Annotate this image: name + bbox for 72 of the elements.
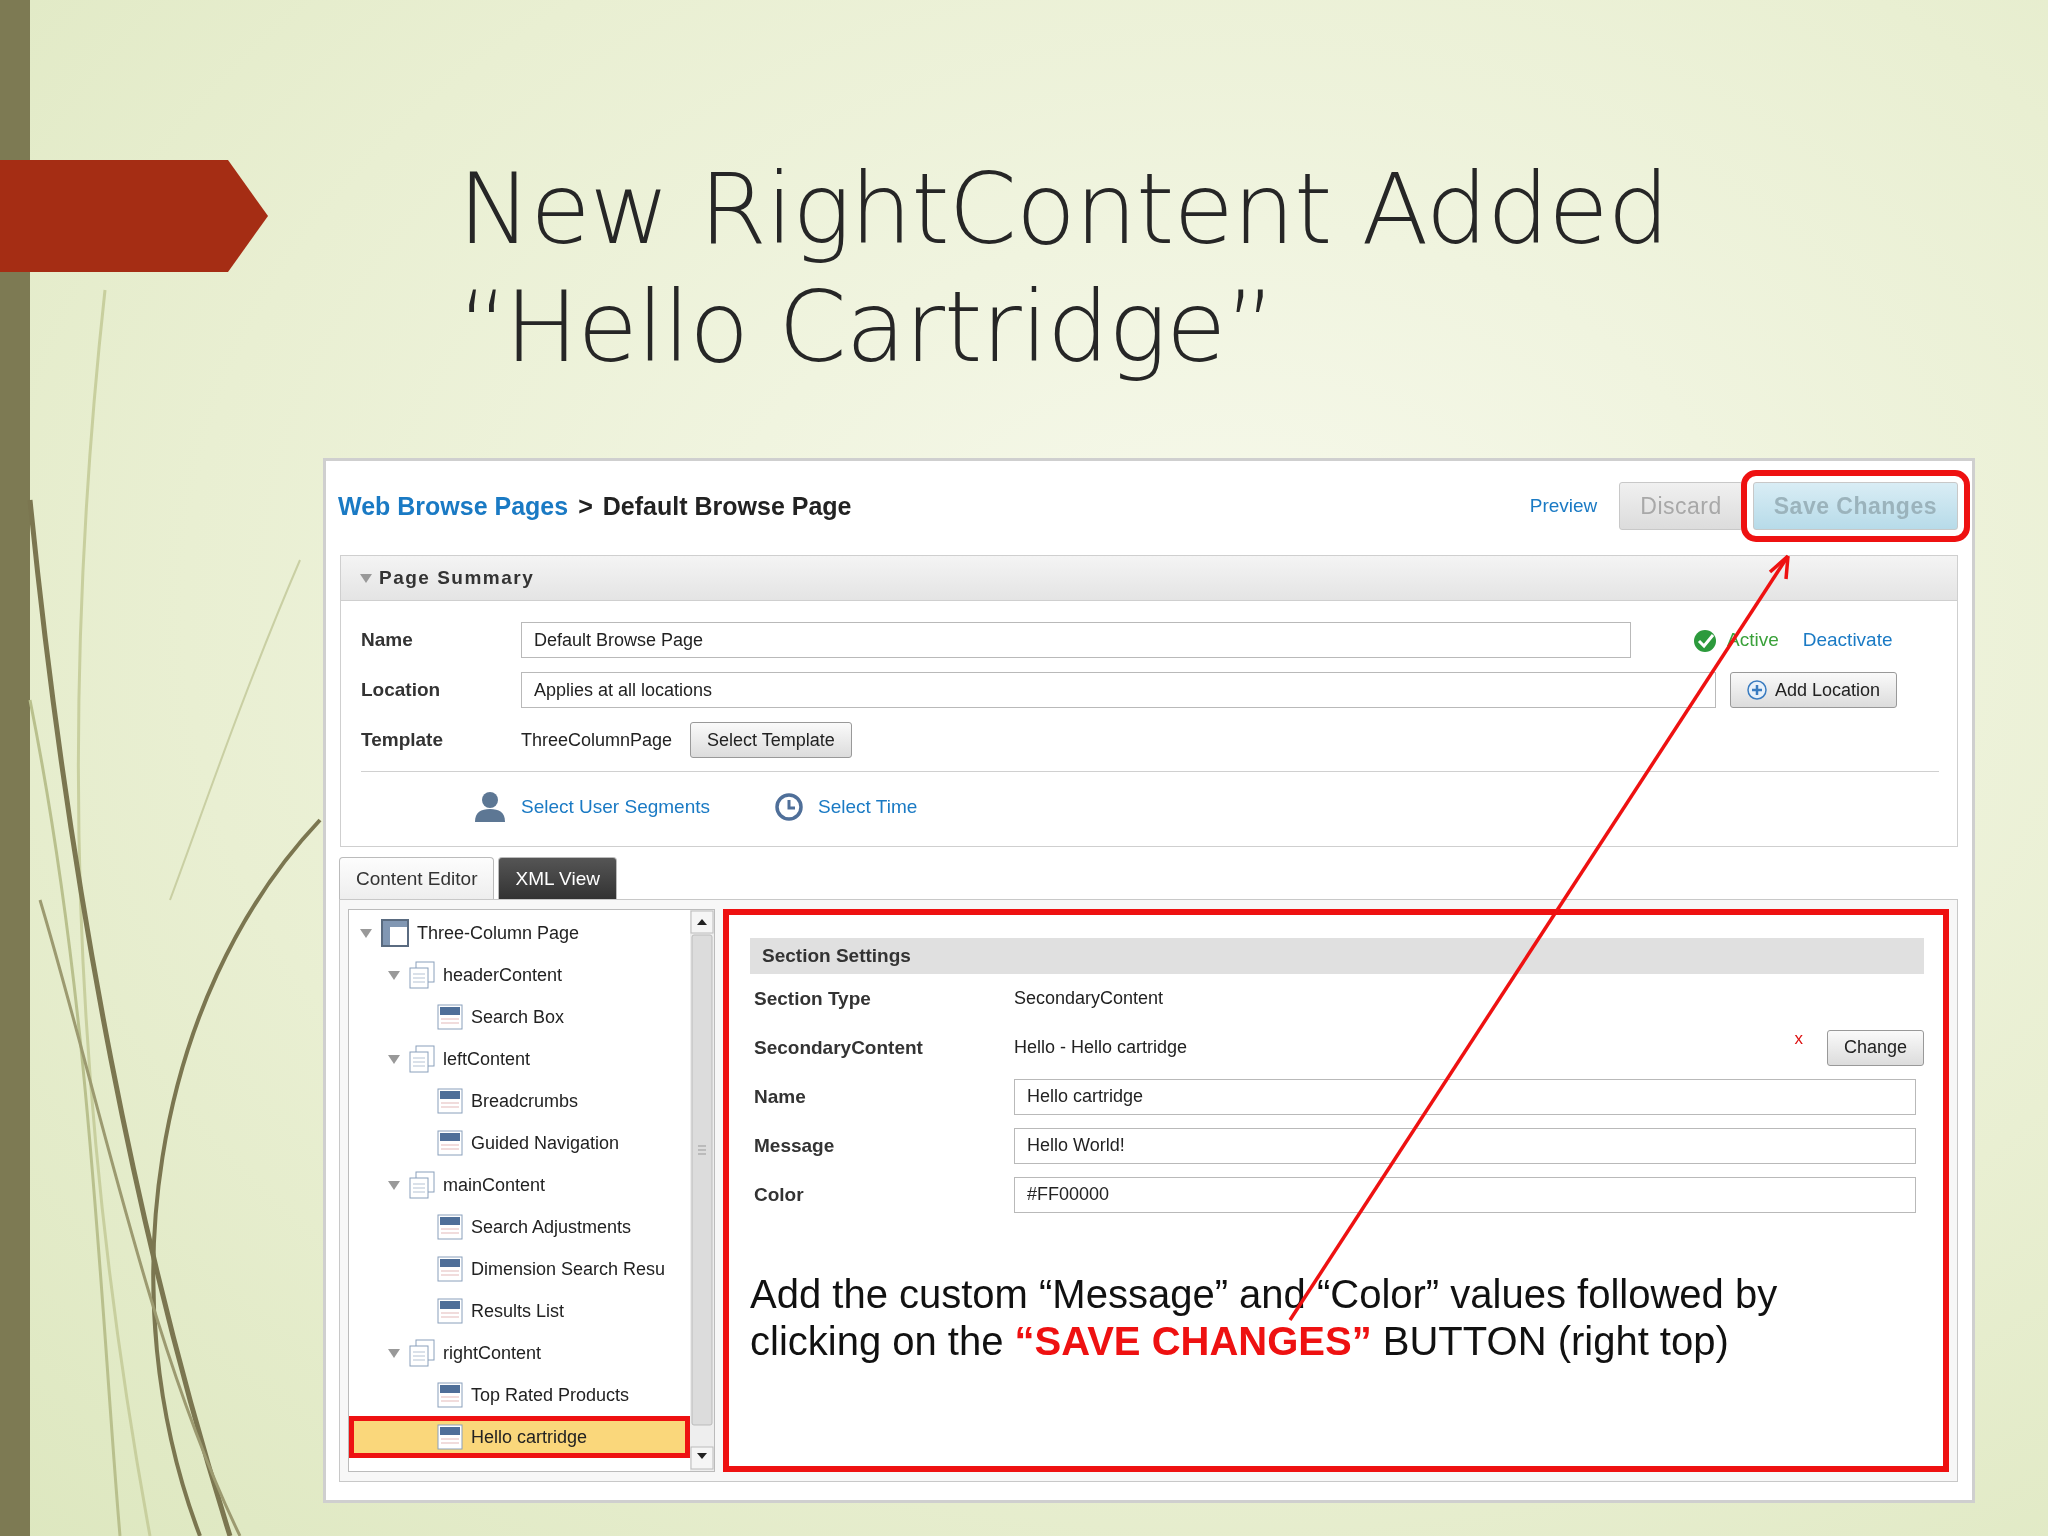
input-field[interactable]: Default Browse Page: [521, 622, 1631, 658]
field-label: Color: [754, 1183, 805, 1206]
field-value: Hello - Hello cartridge: [1014, 1037, 1189, 1058]
documents-icon: [409, 1339, 435, 1367]
tree-item[interactable]: rightContent: [349, 1332, 690, 1374]
documents-icon: [409, 1045, 435, 1073]
cartridge-icon: [437, 1424, 463, 1450]
slide-title: “Hello Cartridge”: [458, 269, 1277, 386]
user-icon: [473, 791, 507, 823]
select-template-button[interactable]: Select Template: [690, 722, 852, 758]
section-settings-header: Section Settings: [750, 938, 1924, 974]
collapse-triangle-icon[interactable]: [359, 927, 373, 939]
field-label: SecondaryContent: [754, 1036, 924, 1059]
cartridge-icon: [437, 1130, 463, 1156]
cartridge-icon: [437, 1382, 463, 1408]
field-label: Template: [361, 729, 444, 751]
segment-link[interactable]: Select User Segments: [473, 791, 711, 823]
field-label: Section Type: [754, 987, 872, 1010]
field-label: Location: [361, 679, 442, 701]
tree-item[interactable]: Search Adjustments: [349, 1206, 690, 1248]
tree-item[interactable]: Three-Column Page: [349, 912, 690, 954]
change-button[interactable]: Change: [1826, 1029, 1924, 1066]
tree-item[interactable]: Breadcrumbs: [349, 1080, 690, 1122]
scrollbar[interactable]: [690, 910, 714, 1471]
tree-item[interactable]: headerContent: [349, 954, 690, 996]
tree-item[interactable]: Search Box: [349, 996, 690, 1038]
cartridge-icon: [437, 1298, 463, 1324]
cartridge-icon: [437, 1214, 463, 1240]
field-value: SecondaryContent: [1014, 988, 1165, 1009]
page-summary-header[interactable]: Page Summary: [341, 556, 1957, 601]
collapse-triangle-icon[interactable]: [387, 1053, 401, 1065]
collapse-triangle-icon[interactable]: [359, 572, 373, 584]
documents-icon: [409, 961, 435, 989]
documents-icon: [409, 1171, 435, 1199]
tab[interactable]: XML View: [498, 857, 617, 899]
field-value: ThreeColumnPage: [521, 729, 673, 751]
collapse-triangle-icon[interactable]: [387, 1179, 401, 1191]
tree-item[interactable]: Dimension Search Resu: [349, 1248, 690, 1290]
tree-item[interactable]: Hello cartridge: [349, 1416, 690, 1458]
collapse-triangle-icon[interactable]: [387, 1347, 401, 1359]
breadcrumb-separator: >: [578, 491, 593, 521]
cartridge-icon: [437, 1088, 463, 1114]
deactivate-link[interactable]: Deactivate: [1802, 629, 1893, 650]
field-label: Name: [361, 629, 414, 651]
input-field[interactable]: Applies at all locations: [521, 672, 1716, 708]
tree-item[interactable]: Guided Navigation: [349, 1122, 690, 1164]
annotation-text: Add the custom “Message” and “Color” values followed by clicking on the “SAVE CHANGES” BUTTON (right top): [750, 1271, 1779, 1365]
field-label: Message: [754, 1134, 836, 1157]
breadcrumb-current: Default Browse Page: [602, 491, 852, 521]
tree-item[interactable]: Top Rated Products: [349, 1374, 690, 1416]
breadcrumb-link[interactable]: Web Browse Pages: [338, 491, 569, 521]
input-field[interactable]: Hello World!: [1014, 1127, 1916, 1164]
tree-item[interactable]: leftContent: [349, 1038, 690, 1080]
remove-icon[interactable]: x: [1794, 1029, 1803, 1049]
cartridge-icon: [437, 1004, 463, 1030]
add-location-button[interactable]: Add Location: [1730, 672, 1898, 708]
input-field[interactable]: Hello cartridge: [1014, 1078, 1916, 1115]
tab[interactable]: Content Editor: [339, 857, 495, 899]
slide-title: New RightContent Added: [458, 151, 1670, 268]
preview-link[interactable]: Preview: [1529, 495, 1598, 517]
page-layout-icon: [381, 919, 409, 947]
check-circle-icon: [1693, 627, 1719, 653]
section-title: Page Summary: [379, 567, 535, 589]
cartridge-icon: [437, 1256, 463, 1282]
plus-circle-icon: [1747, 680, 1767, 700]
tree-item[interactable]: Results List: [349, 1290, 690, 1332]
clock-icon: [774, 792, 805, 822]
segment-link[interactable]: Select Time: [774, 792, 918, 822]
field-label: Name: [754, 1085, 807, 1108]
collapse-triangle-icon[interactable]: [387, 969, 401, 981]
input-field[interactable]: #FF00000: [1014, 1176, 1916, 1213]
tree-item[interactable]: mainContent: [349, 1164, 690, 1206]
